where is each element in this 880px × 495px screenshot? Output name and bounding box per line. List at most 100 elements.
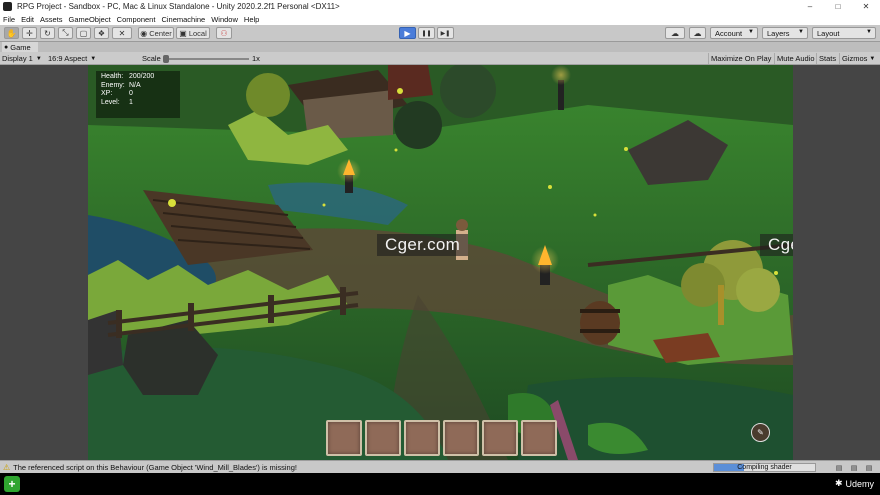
quest-scroll-button[interactable]: ✎	[751, 423, 770, 442]
cloud-icon: ☁	[671, 28, 679, 38]
scale-slider-thumb[interactable]	[163, 55, 169, 63]
hand-icon: ✋	[6, 28, 17, 38]
close-button[interactable]: ✕	[852, 0, 880, 13]
chevron-down-icon: ▼	[35, 55, 42, 62]
pause-button[interactable]: ❚❚	[418, 27, 435, 39]
play-icon: ▶	[404, 28, 411, 38]
compile-progress: Compiling shader	[713, 463, 816, 472]
ability-slot[interactable]	[404, 420, 440, 456]
scale-tool-button[interactable]: ⤡	[58, 27, 73, 39]
stat-level: Level: 1	[101, 99, 175, 108]
scale-icon: ⤡	[62, 28, 69, 37]
aspect-label: 16:9 Aspect	[48, 54, 88, 63]
ability-slot[interactable]	[521, 420, 557, 456]
debug-mode-icon[interactable]: ▤	[864, 463, 874, 472]
chevron-down-icon: ▼	[866, 29, 872, 35]
tab-game[interactable]: ● Game	[2, 42, 38, 52]
stat-value: 0	[129, 90, 133, 97]
stat-value: 1	[129, 98, 133, 106]
chevron-down-icon: ▼	[90, 55, 97, 62]
menu-cinemachine[interactable]: Cinemachine	[161, 15, 205, 24]
services-button[interactable]: ☁	[689, 27, 706, 39]
custom-tool-button[interactable]: ✕	[112, 27, 132, 39]
grid-snap-icon: ⚇	[220, 28, 228, 38]
gizmos-dropdown[interactable]: Gizmos ▼	[839, 53, 877, 64]
custom-tool-icon: ✕	[118, 28, 126, 38]
pivot-icon: ◉	[140, 28, 148, 38]
warning-icon: ⚠	[3, 463, 11, 472]
console-message-text: The referenced script on this Behaviour …	[13, 463, 297, 472]
udemy-brand: ✱ Udemy	[835, 478, 874, 489]
stat-xp: XP: 0	[101, 90, 175, 99]
app-launcher-icon[interactable]: +	[4, 476, 20, 492]
grid-snap-button[interactable]: ⚇	[216, 27, 232, 39]
rect-tool-button[interactable]: ▢	[76, 27, 91, 39]
menu-component[interactable]: Component	[117, 15, 156, 24]
display-dropdown[interactable]: Display 1 ▼	[2, 53, 42, 64]
chevron-down-icon: ▼	[798, 29, 804, 35]
rotate-icon: ↻	[44, 28, 51, 38]
player-stats-panel: Health: 200/200 Enemy: N/A XP: 0 Level: …	[96, 71, 180, 118]
rotate-tool-button[interactable]: ↻	[40, 27, 55, 39]
status-bar: ⚠ The referenced script on this Behaviou…	[0, 460, 880, 473]
stat-enemy: Enemy: N/A	[101, 82, 175, 91]
menu-help[interactable]: Help	[244, 15, 259, 24]
auto-generate-lighting-icon[interactable]: ▤	[834, 463, 844, 472]
account-dropdown[interactable]: Account ▼	[710, 27, 758, 39]
minimize-button[interactable]: –	[796, 0, 824, 13]
transform-icon: ❖	[97, 28, 106, 38]
maximize-on-play-toggle[interactable]: Maximize On Play	[708, 53, 773, 64]
cloud-services-icon: ☁	[693, 28, 702, 38]
stat-value: 200/200	[129, 73, 155, 80]
play-button[interactable]: ▶	[399, 27, 416, 39]
compile-progress-text: Compiling shader	[737, 464, 792, 471]
menu-file[interactable]: File	[3, 15, 15, 24]
game-view-controls: Display 1 ▼ 16:9 Aspect ▼ Scale 1x Maxim…	[0, 52, 880, 65]
layout-dropdown[interactable]: Layout ▼	[812, 27, 876, 39]
maximize-button[interactable]: □	[824, 0, 852, 13]
mute-audio-toggle[interactable]: Mute Audio	[774, 53, 817, 64]
scale-value: 1x	[252, 54, 260, 63]
taskbar: + ✱ Udemy	[0, 473, 880, 495]
stat-label: Enemy:	[101, 81, 125, 89]
hand-tool-button[interactable]: ✋	[4, 27, 19, 39]
window-titlebar: RPG Project - Sandbox - PC, Mac & Linux …	[0, 0, 880, 13]
collab-status-icon[interactable]: ▤	[849, 463, 859, 472]
transform-tool-button[interactable]: ❖	[94, 27, 109, 39]
console-message[interactable]: ⚠ The referenced script on this Behaviou…	[3, 463, 297, 472]
collab-button[interactable]: ☁	[665, 27, 685, 39]
space-label: Local	[188, 28, 207, 38]
stat-label: Health:	[101, 73, 124, 80]
menu-gameobject[interactable]: GameObject	[69, 15, 111, 24]
ability-bar	[326, 420, 560, 456]
menu-edit[interactable]: Edit	[21, 15, 34, 24]
stat-label: Level:	[101, 98, 120, 106]
udemy-logo-icon: ✱	[834, 478, 843, 488]
ability-slot[interactable]	[482, 420, 518, 456]
aspect-dropdown[interactable]: 16:9 Aspect ▼	[48, 53, 96, 64]
chevron-down-icon: ▼	[869, 55, 876, 62]
ability-slot[interactable]	[365, 420, 401, 456]
gizmos-label: Gizmos	[842, 54, 868, 63]
pause-icon: ❚❚	[421, 30, 432, 37]
stat-label: XP:	[101, 90, 113, 97]
ability-slot[interactable]	[443, 420, 479, 456]
game-view[interactable]: Health: 200/200 Enemy: N/A XP: 0 Level: …	[88, 65, 793, 460]
layers-label: Layers	[767, 28, 790, 38]
ability-slot[interactable]	[326, 420, 362, 456]
step-icon: ▶❚	[440, 30, 451, 37]
stats-toggle[interactable]: Stats	[816, 53, 838, 64]
menu-window[interactable]: Window	[211, 15, 238, 24]
main-toolbar: ✋ ✛ ↻ ⤡ ▢ ❖ ✕ ◉ Center ▣ Local ⚇ ▶ ❚❚ ▶❚ ☁…	[0, 25, 880, 42]
step-button[interactable]: ▶❚	[437, 27, 454, 39]
layers-dropdown[interactable]: Layers ▼	[762, 27, 808, 39]
window-title: RPG Project - Sandbox - PC, Mac & Linux …	[17, 2, 340, 11]
pivot-label: Center	[149, 28, 172, 38]
space-toggle[interactable]: ▣ Local	[176, 27, 210, 39]
pivot-toggle[interactable]: ◉ Center	[138, 27, 174, 39]
chevron-down-icon: ▼	[748, 29, 754, 35]
move-tool-button[interactable]: ✛	[22, 27, 37, 39]
menu-assets[interactable]: Assets	[40, 15, 63, 24]
game-scene-render	[88, 65, 793, 460]
scale-slider-track[interactable]	[164, 58, 249, 60]
